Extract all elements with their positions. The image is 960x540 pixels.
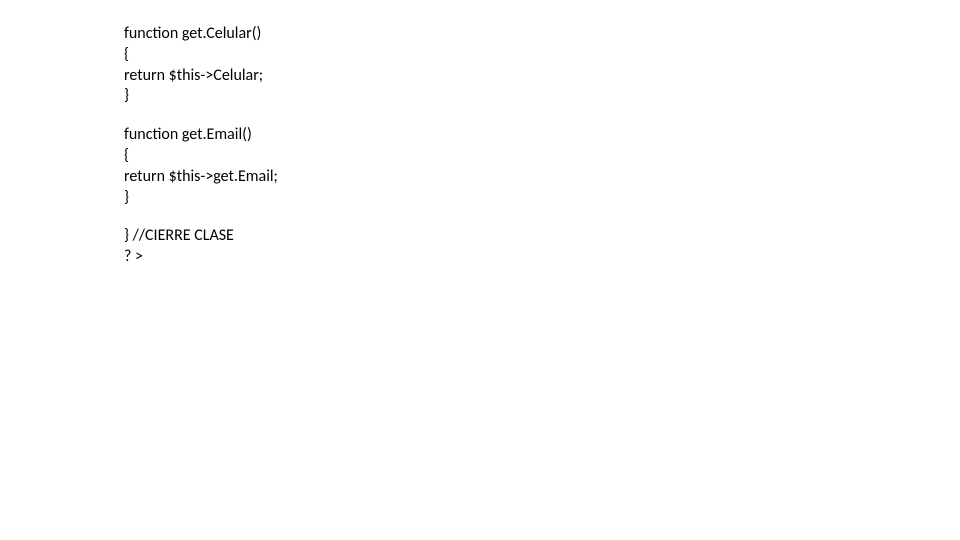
- code-block-2: function get.Email() { return $this->get…: [124, 125, 960, 208]
- code-line: return $this->Celular;: [124, 66, 960, 87]
- code-line: function get.Email(): [124, 125, 960, 146]
- code-line: }: [124, 188, 960, 209]
- code-line: return $this->get.Email;: [124, 167, 960, 188]
- code-line: function get.Celular(): [124, 24, 960, 45]
- code-line: {: [124, 45, 960, 66]
- code-line: } //CIERRE CLASE: [124, 226, 960, 247]
- code-block-1: function get.Celular() { return $this->C…: [124, 24, 960, 107]
- code-line: ? >: [124, 247, 960, 268]
- code-line: {: [124, 146, 960, 167]
- code-line: }: [124, 86, 960, 107]
- code-block-3: } //CIERRE CLASE ? >: [124, 226, 960, 268]
